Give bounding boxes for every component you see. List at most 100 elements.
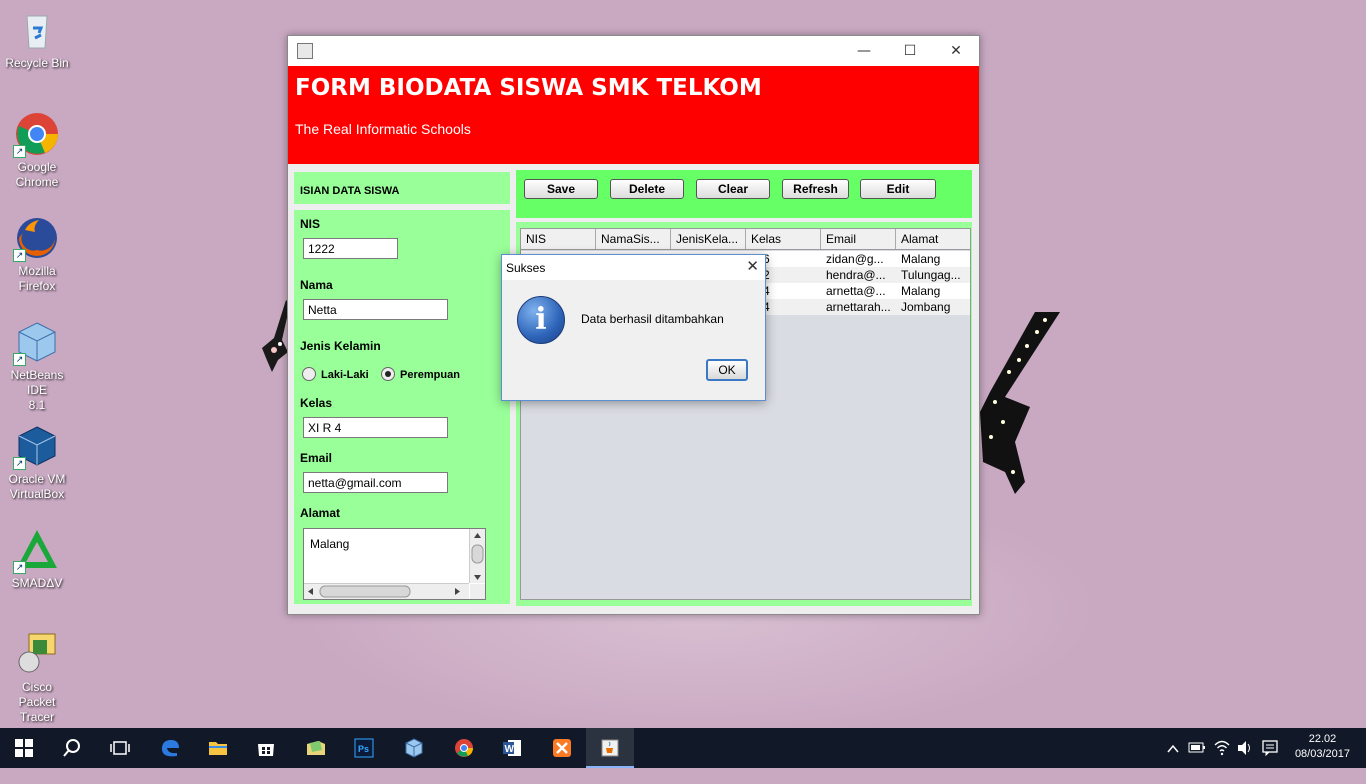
desktop-icon-label: Tracer — [19, 710, 55, 724]
save-button[interactable]: Save — [524, 179, 598, 199]
shortcut-arrow-icon: ↗ — [13, 249, 26, 262]
start-button[interactable] — [0, 728, 48, 768]
photoshop-icon: Ps — [354, 738, 374, 758]
jenis-kelamin-label: Jenis Kelamin — [300, 339, 381, 353]
header-title: FORM BIODATA SISWA SMK TELKOM — [295, 75, 762, 101]
column-header-alamat[interactable]: Alamat — [896, 229, 970, 249]
system-clock[interactable]: 22.02 08/03/2017 — [1295, 732, 1350, 762]
taskbar-photoshop[interactable]: Ps — [340, 728, 388, 768]
task-view-icon — [110, 741, 130, 755]
netbeans-cube-icon: ↗ — [13, 320, 59, 366]
desktop-icon-label: Google — [17, 160, 57, 174]
column-header-nama[interactable]: NamaSis... — [596, 229, 671, 249]
taskbar-edge[interactable] — [146, 728, 194, 768]
table-header: NIS NamaSis... JenisKela... Kelas Email … — [521, 229, 970, 250]
column-header-email[interactable]: Email — [821, 229, 896, 249]
input-form: NIS 1222 Nama Netta Jenis Kelamin Laki-L… — [294, 210, 510, 604]
desktop-icon-recycle-bin[interactable]: Recycle Bin — [2, 8, 72, 71]
dialog-message: Data berhasil ditambahkan — [581, 312, 724, 326]
ok-button[interactable]: OK — [706, 359, 748, 381]
edit-button[interactable]: Edit — [860, 179, 936, 199]
column-header-nis[interactable]: NIS — [521, 229, 596, 249]
nama-field[interactable]: Netta — [303, 299, 448, 320]
input-panel-header: ISIAN DATA SISWA — [294, 172, 510, 204]
taskbar-word[interactable]: W — [488, 728, 536, 768]
desktop-icon-firefox[interactable]: ↗ Mozilla Firefox — [2, 216, 72, 294]
desktop-icon-label: VirtualBox — [9, 487, 65, 501]
dialog-close-button[interactable]: ✕ — [746, 257, 759, 275]
horizontal-scrollbar[interactable] — [304, 583, 469, 599]
taskbar-file-explorer[interactable] — [194, 728, 242, 768]
taskbar-virtualbox[interactable] — [390, 728, 438, 768]
tray-battery[interactable] — [1188, 728, 1206, 768]
email-label: Email — [300, 451, 333, 465]
radio-label: Perempuan — [400, 369, 460, 381]
column-header-kelas[interactable]: Kelas — [746, 229, 821, 249]
battery-icon — [1188, 742, 1205, 753]
taskbar-notepad-folder[interactable] — [292, 728, 340, 768]
alamat-text: Malang — [310, 537, 350, 551]
form-header: FORM BIODATA SISWA SMK TELKOM The Real I… — [288, 66, 979, 164]
cell-alamat: Tulungag... — [901, 268, 961, 282]
recycle-bin-icon — [15, 8, 59, 52]
delete-button[interactable]: Delete — [610, 179, 684, 199]
desktop-icon-cisco-packet-tracer[interactable]: Cisco Packet Tracer — [2, 632, 72, 725]
cell-email: hendra@... — [826, 268, 886, 282]
desktop-icon-label: Chrome — [15, 175, 59, 189]
tray-show-hidden-icons[interactable] — [1166, 728, 1180, 768]
wifi-icon — [1214, 740, 1230, 756]
dialog-titlebar[interactable]: Sukses ✕ — [502, 255, 765, 280]
shortcut-arrow-icon: ↗ — [13, 561, 26, 574]
desktop-icon-netbeans[interactable]: ↗ NetBeans IDE 8.1 — [2, 320, 72, 413]
chevron-up-icon — [1167, 744, 1179, 753]
radio-label: Laki-Laki — [321, 369, 369, 381]
action-toolbar: Save Delete Clear Refresh Edit — [516, 170, 972, 218]
taskbar-xampp[interactable] — [538, 728, 586, 768]
chrome-icon: ↗ — [13, 112, 59, 158]
search-button[interactable] — [48, 728, 96, 768]
kelas-field[interactable]: XI R 4 — [303, 417, 448, 438]
task-view-button[interactable] — [96, 728, 144, 768]
success-dialog: Sukses ✕ i Data berhasil ditambahkan OK — [501, 254, 766, 401]
xampp-icon — [553, 739, 571, 757]
email-field[interactable]: netta@gmail.com — [303, 472, 448, 493]
refresh-button[interactable]: Refresh — [782, 179, 849, 199]
desktop-icon-label: Recycle Bin — [5, 56, 69, 70]
cube-icon — [405, 738, 423, 758]
shortcut-arrow-icon: ↗ — [13, 145, 26, 158]
desktop-icon-label: 8.1 — [28, 398, 46, 412]
nis-field[interactable]: 1222 — [303, 238, 398, 259]
shortcut-arrow-icon: ↗ — [13, 353, 26, 366]
taskbar-store[interactable] — [242, 728, 290, 768]
radio-laki-laki[interactable]: Laki-Laki — [302, 367, 369, 381]
desktop-icon-smadav[interactable]: ↗ SMADΔV — [2, 528, 72, 591]
taskbar-chrome[interactable] — [440, 728, 488, 768]
close-button[interactable]: ✕ — [933, 36, 979, 66]
radio-perempuan[interactable]: Perempuan — [381, 367, 460, 381]
desktop-icon-label: Firefox — [18, 279, 56, 293]
firefox-icon: ↗ — [13, 216, 59, 262]
vertical-scrollbar[interactable] — [469, 529, 485, 583]
information-icon: i — [517, 296, 565, 344]
column-header-jenis-kelamin[interactable]: JenisKela... — [671, 229, 746, 249]
tray-action-center[interactable] — [1261, 728, 1279, 768]
notification-icon — [1262, 740, 1278, 757]
maximize-button[interactable]: ☐ — [887, 36, 933, 66]
taskbar-java-app[interactable] — [586, 728, 634, 768]
smadav-icon: ↗ — [13, 528, 59, 574]
clear-button[interactable]: Clear — [696, 179, 770, 199]
minimize-button[interactable]: — — [841, 36, 887, 66]
word-icon: W — [503, 740, 521, 756]
cell-email: arnetta@... — [826, 284, 886, 298]
tray-volume[interactable] — [1236, 728, 1254, 768]
svg-text:W: W — [505, 744, 515, 755]
desktop-icon-chrome[interactable]: ↗ Google Chrome — [2, 112, 72, 190]
dialog-title: Sukses — [506, 261, 546, 275]
desktop-icon-virtualbox[interactable]: ↗ Oracle VM VirtualBox — [2, 424, 72, 502]
tray-network[interactable] — [1213, 728, 1231, 768]
nis-label: NIS — [300, 217, 321, 231]
header-subtitle: The Real Informatic Schools — [295, 121, 471, 137]
radio-circle-icon — [302, 367, 316, 381]
window-titlebar[interactable]: — ☐ ✕ — [288, 36, 979, 66]
alamat-textarea[interactable]: Malang — [303, 528, 486, 600]
